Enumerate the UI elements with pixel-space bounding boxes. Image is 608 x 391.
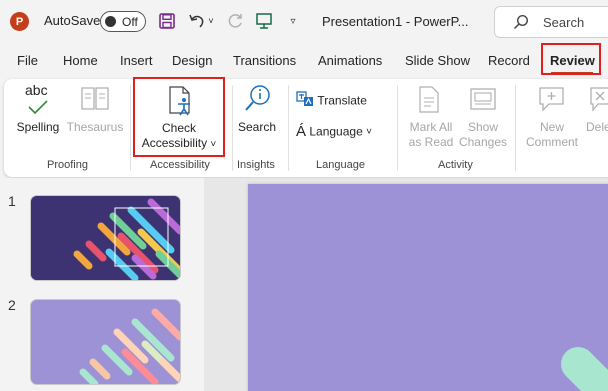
slide-number-1: 1	[8, 193, 16, 209]
delete-comment-button: Dele	[586, 83, 608, 135]
language-icon: Á	[296, 123, 307, 141]
new-comment-label-line1: New	[539, 120, 564, 134]
undo-dropdown-icon[interactable]: ˅	[206, 10, 216, 32]
slide-thumbnail-pane: 1 2	[0, 178, 204, 391]
language-group-label: Language	[316, 159, 365, 171]
tab-home[interactable]: Home	[63, 53, 98, 68]
thesaurus-button: Thesaurus	[66, 83, 124, 135]
divider	[515, 85, 516, 171]
tab-slide-show[interactable]: Slide Show	[405, 53, 470, 68]
redo-icon	[224, 10, 246, 32]
divider	[288, 85, 289, 171]
undo-icon[interactable]	[186, 10, 208, 32]
toggle-knob	[105, 16, 116, 27]
mark-all-label-line1: Mark All	[409, 120, 453, 134]
autosave-toggle[interactable]: Off	[100, 11, 146, 32]
check-accessibility-highlight	[133, 77, 225, 157]
tab-animations[interactable]: Animations	[318, 53, 382, 68]
show-changes-button: Show Changes	[458, 83, 508, 150]
spelling-button[interactable]: abc Spelling	[16, 83, 60, 135]
accessibility-group-label: Accessibility	[150, 159, 210, 171]
search-insights-label: Search	[237, 120, 277, 134]
autosave-state: Off	[122, 15, 138, 29]
show-changes-label-line1: Show	[467, 120, 499, 134]
review-tab-highlight	[541, 43, 601, 75]
present-icon[interactable]	[253, 10, 275, 32]
translate-icon	[296, 91, 314, 111]
smart-lookup-icon	[236, 83, 278, 117]
divider	[397, 85, 398, 171]
current-slide-canvas[interactable]	[248, 184, 608, 391]
search-icon	[513, 14, 529, 35]
show-changes-label-line2: Changes	[458, 135, 508, 149]
slide-thumbnail-1[interactable]	[31, 196, 180, 280]
activity-group-label: Activity	[438, 159, 473, 171]
insights-group-label: Insights	[237, 159, 275, 171]
mark-all-label-line2: as Read	[408, 135, 454, 149]
new-comment-button: New Comment	[522, 83, 582, 150]
document-title: Presentation1 - PowerP...	[322, 14, 469, 29]
search-placeholder: Search	[543, 15, 585, 30]
powerpoint-logo-icon: P	[10, 12, 29, 31]
show-changes-icon	[458, 83, 508, 117]
ribbon-tabs: File Home Insert Design Transitions Anim…	[0, 44, 608, 78]
spelling-label: Spelling	[16, 120, 60, 134]
thesaurus-label: Thesaurus	[66, 120, 124, 134]
translate-label: Translate	[317, 93, 367, 108]
delete-comment-label: Dele	[586, 120, 608, 134]
language-button[interactable]: Á Language ˅	[296, 124, 372, 139]
divider	[232, 85, 233, 171]
slide-number-2: 2	[8, 297, 16, 313]
tab-insert[interactable]: Insert	[120, 53, 153, 68]
proofing-group-label: Proofing	[47, 159, 88, 171]
delete-comment-icon	[586, 83, 608, 117]
spelling-icon: abc	[16, 83, 60, 117]
autosave-label: AutoSave	[44, 13, 101, 28]
new-comment-label-line2: Comment	[525, 135, 578, 149]
tab-design[interactable]: Design	[172, 53, 212, 68]
tab-transitions[interactable]: Transitions	[233, 53, 296, 68]
mark-read-icon	[404, 83, 458, 117]
mark-all-as-read-button: Mark All as Read	[404, 83, 458, 150]
slide-thumbnail-2[interactable]	[31, 300, 180, 384]
slide-editor	[204, 178, 608, 391]
translate-button[interactable]: Translate	[296, 91, 367, 111]
chevron-down-icon: ˅	[366, 126, 372, 138]
new-comment-icon	[522, 83, 582, 117]
language-label: Language	[309, 124, 363, 139]
customize-icon[interactable]: ▿	[282, 10, 304, 32]
tab-record[interactable]: Record	[488, 53, 530, 68]
save-icon[interactable]	[156, 10, 178, 32]
search-box[interactable]: Search	[494, 6, 608, 38]
tab-file[interactable]: File	[17, 53, 38, 68]
search-insights-button[interactable]: Search	[236, 83, 278, 135]
title-bar: P AutoSave Off ˅ ▿ Presentation1 - Power…	[0, 0, 608, 44]
book-icon	[66, 83, 124, 117]
ribbon-panel: abc Spelling Thesaurus Proofing Check Ac…	[4, 79, 608, 177]
divider	[130, 85, 131, 171]
